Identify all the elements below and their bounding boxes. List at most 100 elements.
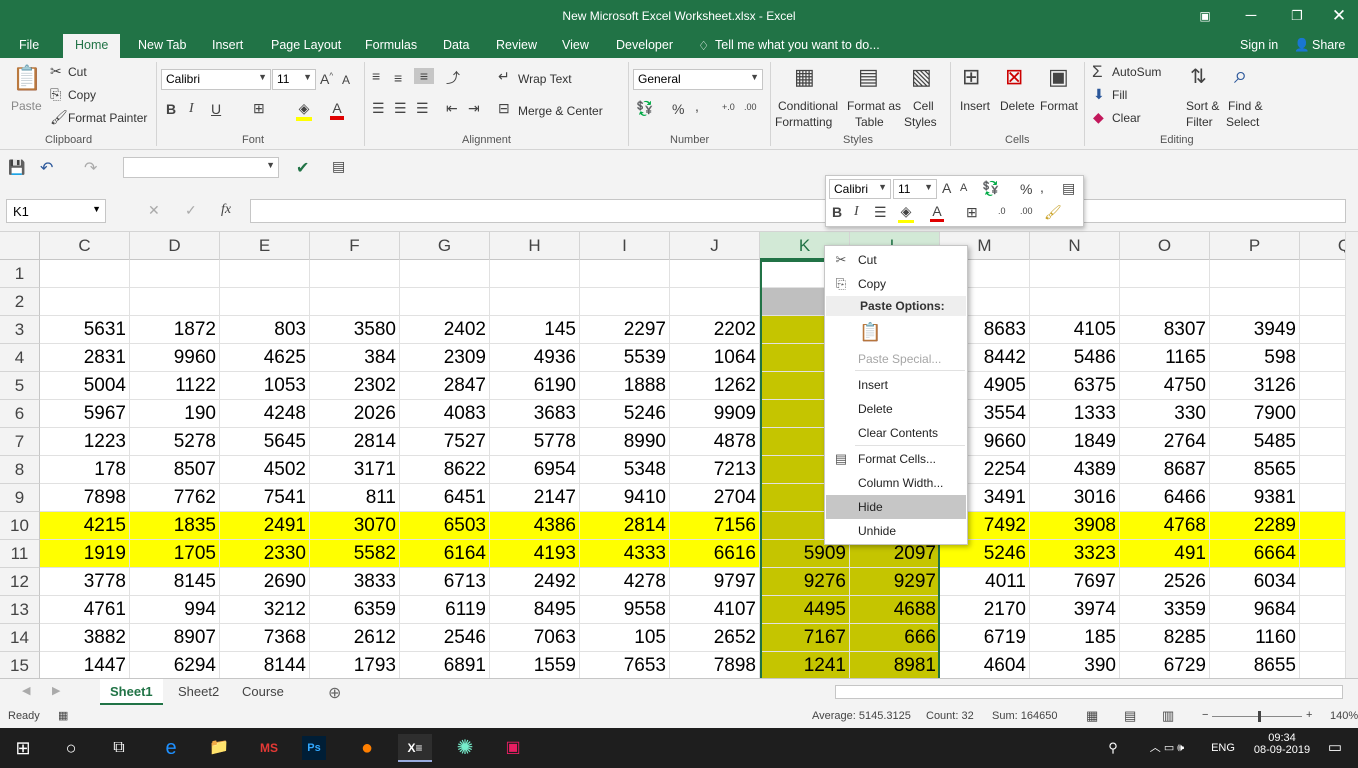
cell-d5[interactable]: 1122: [130, 372, 220, 400]
cell-d14[interactable]: 8907: [130, 624, 220, 652]
cell-e2[interactable]: [220, 288, 310, 316]
cell-p15[interactable]: 8655: [1210, 652, 1300, 678]
cell-d13[interactable]: 994: [130, 596, 220, 624]
cell-k12[interactable]: 9276: [760, 568, 850, 596]
cell-q15[interactable]: [1300, 652, 1345, 678]
cell-q10[interactable]: [1300, 512, 1345, 540]
cell-l12[interactable]: 9297: [850, 568, 940, 596]
cell-j11[interactable]: 6616: [670, 540, 760, 568]
cell-p2[interactable]: [1210, 288, 1300, 316]
cell-c9[interactable]: 7898: [40, 484, 130, 512]
cell-q11[interactable]: [1300, 540, 1345, 568]
cell-g13[interactable]: 6119: [400, 596, 490, 624]
cell-e10[interactable]: 2491: [220, 512, 310, 540]
cell-j2[interactable]: [670, 288, 760, 316]
column-header-h[interactable]: H: [490, 232, 580, 260]
column-header-o[interactable]: O: [1120, 232, 1210, 260]
percent-icon[interactable]: %: [1020, 181, 1032, 197]
cell-i15[interactable]: 7653: [580, 652, 670, 678]
cell-p12[interactable]: 6034: [1210, 568, 1300, 596]
cell-o6[interactable]: 330: [1120, 400, 1210, 428]
cell-o4[interactable]: 1165: [1120, 344, 1210, 372]
edge-icon[interactable]: e: [154, 734, 188, 762]
cell-j6[interactable]: 9909: [670, 400, 760, 428]
cell-h4[interactable]: 4936: [490, 344, 580, 372]
sheet-tab-sheet1[interactable]: Sheet1: [100, 679, 163, 705]
cell-i1[interactable]: [580, 260, 670, 288]
cell-f12[interactable]: 3833: [310, 568, 400, 596]
cell-styles-line2[interactable]: Styles: [904, 115, 937, 129]
row-header[interactable]: 11: [0, 540, 40, 568]
cell-h13[interactable]: 8495: [490, 596, 580, 624]
cell-g5[interactable]: 2847: [400, 372, 490, 400]
cell-c14[interactable]: 3882: [40, 624, 130, 652]
cell-i3[interactable]: 2297: [580, 316, 670, 344]
cell-c4[interactable]: 2831: [40, 344, 130, 372]
cell-h10[interactable]: 4386: [490, 512, 580, 540]
row-header[interactable]: 15: [0, 652, 40, 678]
cell-f8[interactable]: 3171: [310, 456, 400, 484]
format-cells-button[interactable]: Format: [1040, 99, 1078, 113]
redo-icon[interactable]: ↷: [84, 158, 97, 178]
cell-o3[interactable]: 8307: [1120, 316, 1210, 344]
ms-app-icon[interactable]: MS: [252, 734, 286, 762]
column-header-g[interactable]: G: [400, 232, 490, 260]
cell-e1[interactable]: [220, 260, 310, 288]
row-header[interactable]: 1: [0, 260, 40, 288]
borders-icon[interactable]: ⊞: [253, 100, 265, 117]
menu-insert[interactable]: Insert: [826, 373, 966, 397]
cell-j5[interactable]: 1262: [670, 372, 760, 400]
cell-o12[interactable]: 2526: [1120, 568, 1210, 596]
cell-l14[interactable]: 666: [850, 624, 940, 652]
cell-h12[interactable]: 2492: [490, 568, 580, 596]
cell-o8[interactable]: 8687: [1120, 456, 1210, 484]
cell-o5[interactable]: 4750: [1120, 372, 1210, 400]
column-header-e[interactable]: E: [220, 232, 310, 260]
format-painter-button[interactable]: Format Painter: [68, 111, 147, 125]
cell-i2[interactable]: [580, 288, 670, 316]
cell-c2[interactable]: [40, 288, 130, 316]
cell-p13[interactable]: 9684: [1210, 596, 1300, 624]
cell-e3[interactable]: 803: [220, 316, 310, 344]
zoom-level[interactable]: 140%: [1330, 710, 1358, 722]
shrink-font-icon[interactable]: A: [342, 73, 350, 87]
cell-h1[interactable]: [490, 260, 580, 288]
windows-start-icon[interactable]: ⊞: [6, 734, 40, 762]
cell-p14[interactable]: 1160: [1210, 624, 1300, 652]
cell-f4[interactable]: 384: [310, 344, 400, 372]
cell-f7[interactable]: 2814: [310, 428, 400, 456]
name-box[interactable]: K1 ▼: [6, 199, 106, 223]
cell-p10[interactable]: 2289: [1210, 512, 1300, 540]
cell-g4[interactable]: 2309: [400, 344, 490, 372]
cell-c11[interactable]: 1919: [40, 540, 130, 568]
font-color-icon[interactable]: A: [330, 100, 344, 120]
cell-g15[interactable]: 6891: [400, 652, 490, 678]
cell-q5[interactable]: [1300, 372, 1345, 400]
cell-h5[interactable]: 6190: [490, 372, 580, 400]
row-header[interactable]: 8: [0, 456, 40, 484]
fill-color-icon[interactable]: ◈: [296, 100, 312, 121]
tray-icons[interactable]: ︿ ▭ 🕪: [1132, 734, 1202, 762]
align-left-icon[interactable]: ☰: [372, 100, 385, 117]
cell-j10[interactable]: 7156: [670, 512, 760, 540]
cell-o11[interactable]: 491: [1120, 540, 1210, 568]
menu-column-width[interactable]: Column Width...: [826, 471, 966, 495]
cell-e13[interactable]: 3212: [220, 596, 310, 624]
cell-h15[interactable]: 1559: [490, 652, 580, 678]
comma-style-icon[interactable]: ,: [1040, 179, 1044, 195]
format-table-icon[interactable]: ▤: [1062, 180, 1075, 197]
sheet-tab-sheet2[interactable]: Sheet2: [168, 679, 229, 705]
tell-me-box[interactable]: Tell me what you want to do...: [715, 38, 880, 52]
cell-o14[interactable]: 8285: [1120, 624, 1210, 652]
fill-button[interactable]: Fill: [1112, 88, 1127, 102]
row-header[interactable]: 6: [0, 400, 40, 428]
tab-home[interactable]: Home: [63, 34, 121, 58]
cell-e5[interactable]: 1053: [220, 372, 310, 400]
underline-button[interactable]: U: [211, 101, 221, 117]
cell-k13[interactable]: 4495: [760, 596, 850, 624]
prev-sheet-icon[interactable]: ◀: [22, 684, 30, 697]
sign-in-link[interactable]: Sign in: [1240, 38, 1278, 52]
zoom-in-icon[interactable]: +: [1306, 709, 1312, 721]
cell-p4[interactable]: 598: [1210, 344, 1300, 372]
macro-record-icon[interactable]: ▦: [58, 709, 68, 722]
